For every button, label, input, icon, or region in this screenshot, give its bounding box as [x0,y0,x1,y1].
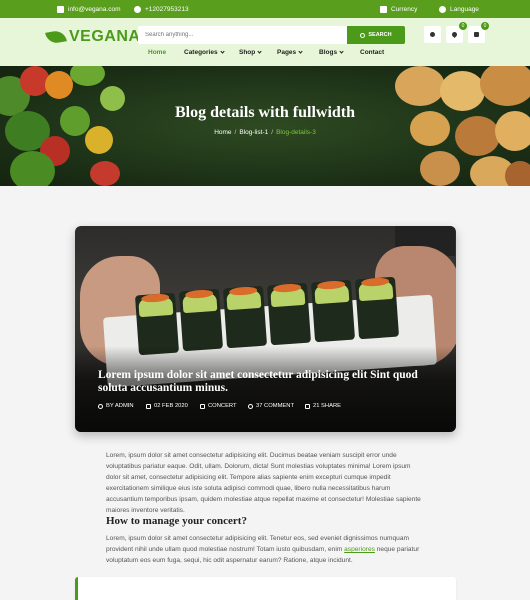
breadcrumb-blog-list[interactable]: Blog-list-1 [239,129,268,136]
comment-icon [248,403,253,409]
leaf-logo-icon [45,29,67,45]
breadcrumb: Home / Blog-list-1/Blog-details-3 [0,129,530,136]
wishlist-count-badge: 0 [459,22,467,30]
pasta-decoration [420,151,460,186]
phone-icon [134,5,141,13]
email-text: info@vegana.com [68,5,121,13]
post-shares-label: 21 SHARE [313,403,342,409]
breadcrumb-current: Blog-details-3 [276,129,316,136]
blockquote [75,577,456,600]
inline-link[interactable]: asperiores [344,546,375,553]
article-heading: How to manage your concert? [106,515,247,527]
post-author-label: BY ADMIN [106,403,134,409]
search-icon [360,32,366,38]
nav-blogs-label: Blogs [319,49,338,56]
chevron-down-icon [298,49,303,54]
phone-link[interactable]: +12027953213 [134,0,189,18]
orange-decoration [45,71,73,99]
language-selector[interactable]: Language [439,0,479,18]
pasta-decoration [480,66,530,106]
sushi-roll [354,276,400,340]
search-input[interactable] [138,26,347,44]
chevron-down-icon [339,49,344,54]
post-shares[interactable]: 21 SHARE [305,403,341,409]
nav-home-label: Home [148,49,167,56]
nav-contact-label: Contact [360,49,385,56]
post-category[interactable]: CONCERT [200,403,237,409]
nav-categories[interactable]: Categories [184,49,225,56]
search-bar: SEARCH [138,26,405,44]
post-date-label: 02 FEB 2020 [154,403,188,409]
post-comments-label: 37 COMMENT [256,403,295,409]
account-button[interactable] [424,26,441,43]
search-button[interactable]: SEARCH [347,26,405,44]
phone-text: +12027953213 [145,5,189,13]
nav-pages[interactable]: Pages [277,49,303,56]
nav-contact[interactable]: Contact [360,49,384,56]
nav-pages-label: Pages [277,49,297,56]
email-link[interactable]: info@vegana.com [57,0,121,18]
share-icon [305,403,310,409]
pepper-decoration [70,66,105,86]
featured-post-card[interactable]: Lorem ipsum dolor sit amet consectetur a… [75,226,456,432]
sushi-roll [178,288,224,352]
nav-categories-label: Categories [184,49,218,56]
breadcrumb-home[interactable]: Home [214,129,231,136]
post-date: 02 FEB 2020 [146,403,188,409]
top-bar: info@vegana.com +12027953213 Currency La… [0,0,530,18]
post-author[interactable]: BY ADMIN [98,403,134,409]
cart-button[interactable]: 0 [468,22,489,43]
currency-label: Currency [391,5,418,13]
site-header: VEGANA SEARCH 0 0 Home Categories Shop P… [0,18,530,66]
nav-shop-label: Shop [239,49,256,56]
currency-selector[interactable]: Currency [380,0,417,18]
language-label: Language [450,5,479,13]
pasta-decoration [505,161,530,186]
sushi-roll [222,285,268,349]
post-category-label: CONCERT [208,403,237,409]
cart-icon [474,32,479,37]
currency-icon [380,5,387,13]
breadcrumb-separator: / [271,129,274,136]
chevron-down-icon [219,49,225,54]
sushi-roll [266,282,312,346]
folder-icon [200,403,205,409]
user-icon [98,403,103,409]
cart-count-badge: 0 [481,22,489,30]
wishlist-button[interactable]: 0 [446,22,467,43]
nav-home[interactable]: Home [148,49,166,56]
post-title[interactable]: Lorem ipsum dolor sit amet consectetur a… [98,369,438,395]
globe-icon [439,5,446,13]
sushi-roll [310,279,356,343]
user-icon [430,32,435,37]
article-paragraph: Lorem, ipsum dolor sit amet consectetur … [106,533,426,566]
heart-icon [450,30,459,39]
article-paragraph: Lorem, ipsum dolor sit amet consectetur … [106,452,421,514]
broccoli-decoration [10,151,55,186]
chevron-down-icon [257,49,262,54]
logo[interactable]: VEGANA [45,28,141,46]
mail-icon [57,5,64,13]
breadcrumb-separator: / [234,129,237,136]
post-comments[interactable]: 37 COMMENT [248,403,294,409]
pasta-decoration [395,66,445,106]
logo-text: VEGANA [69,28,141,45]
search-button-label: SEARCH [368,32,392,38]
pasta-decoration [455,116,500,156]
tomato-decoration [90,161,120,186]
nav-blogs[interactable]: Blogs [319,49,344,56]
page-title: Blog details with fullwidth [174,104,356,121]
nav-shop[interactable]: Shop [239,49,262,56]
page-banner: Blog details with fullwidth Home / Blog-li… [0,66,530,186]
calendar-icon [146,403,151,409]
